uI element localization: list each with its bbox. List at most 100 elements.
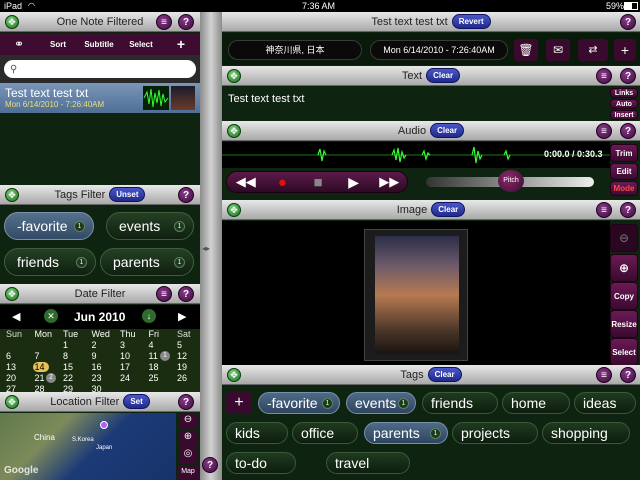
list-icon[interactable]: ≡ xyxy=(596,367,612,383)
note-tag-projects[interactable]: projects xyxy=(452,422,538,444)
calendar-day[interactable]: 6 xyxy=(0,351,28,361)
note-tag-travel[interactable]: travel xyxy=(326,452,410,474)
calendar-day[interactable]: 4 xyxy=(143,340,171,350)
map-pin-icon[interactable] xyxy=(100,421,108,429)
calendar-day[interactable]: 12 xyxy=(171,351,199,361)
select-button[interactable]: Select xyxy=(120,40,162,49)
list-icon[interactable]: ≡ xyxy=(156,286,172,302)
note-tag-ideas[interactable]: ideas xyxy=(574,392,636,414)
add-tag-button[interactable]: + xyxy=(226,392,252,414)
note-tag-parents[interactable]: parents 1 xyxy=(364,422,448,444)
calendar-day[interactable]: 22 xyxy=(57,373,85,383)
edit-button[interactable]: Edit xyxy=(610,163,638,180)
stop-icon[interactable]: ■ xyxy=(300,174,336,191)
note-item[interactable]: Test text test txt Mon 6/14/2010 - 7:26:… xyxy=(0,83,200,113)
rewind-icon[interactable]: ◀◀ xyxy=(227,174,265,190)
pitch-knob[interactable]: Pitch xyxy=(498,170,524,192)
expand-icon[interactable]: ✥ xyxy=(227,69,241,83)
expand-icon[interactable]: ✥ xyxy=(227,124,241,138)
location-map[interactable]: China S.Korea Japan Google xyxy=(0,413,176,480)
add-note-button[interactable]: + xyxy=(162,36,200,52)
calendar-day[interactable]: 13 xyxy=(0,362,28,372)
filter-tag-favorite[interactable]: -favorite 1 xyxy=(4,212,94,240)
calendar-day[interactable]: 2 xyxy=(86,340,114,350)
calendar-day[interactable]: 17 xyxy=(114,362,142,372)
resize-handle-icon[interactable]: ◂▸ xyxy=(202,244,210,253)
note-tag-home[interactable]: home xyxy=(502,392,570,414)
calendar-day[interactable]: 18 xyxy=(143,362,171,372)
help-icon[interactable]: ? xyxy=(178,187,194,203)
image-area[interactable] xyxy=(222,221,610,365)
calendar-day[interactable]: 15 xyxy=(57,362,85,372)
list-icon[interactable]: ≡ xyxy=(596,68,612,84)
note-tag-office[interactable]: office xyxy=(292,422,358,444)
split-divider[interactable]: ◂▸ ? xyxy=(200,12,222,480)
filter-icon[interactable]: ⚭ xyxy=(0,37,38,51)
locate-icon[interactable]: ◎ xyxy=(179,448,197,464)
calendar-day[interactable]: 1 xyxy=(57,340,85,350)
location-field[interactable]: 神奈川県, 日本 xyxy=(228,40,362,60)
map-button[interactable]: Map xyxy=(177,465,199,479)
copy-button[interactable]: Copy xyxy=(610,282,638,310)
image-clear-button[interactable]: Clear xyxy=(431,202,466,217)
select-button[interactable]: Select xyxy=(610,338,638,366)
calendar-day[interactable]: 14 xyxy=(32,362,49,372)
expand-icon[interactable]: ✥ xyxy=(5,15,19,29)
list-icon[interactable]: ≡ xyxy=(596,202,612,218)
trim-button[interactable]: Trim xyxy=(610,144,638,162)
calendar-day[interactable]: 10 xyxy=(114,351,142,361)
today-icon[interactable]: ↓ xyxy=(142,309,156,323)
expand-icon[interactable]: ✥ xyxy=(5,188,19,202)
note-tag-todo[interactable]: to-do xyxy=(226,452,296,474)
mail-icon[interactable]: ✉ xyxy=(546,39,570,61)
share-icon[interactable]: ⇄ xyxy=(578,39,608,61)
calendar-day[interactable]: 26 xyxy=(171,373,199,383)
text-clear-button[interactable]: Clear xyxy=(426,68,461,83)
subtitle-button[interactable]: Subtitle xyxy=(78,40,120,49)
calendar-day[interactable]: 19 xyxy=(171,362,199,372)
record-icon[interactable]: ● xyxy=(265,174,301,191)
expand-icon[interactable]: ✥ xyxy=(5,395,19,409)
calendar-day[interactable]: 20 xyxy=(0,373,28,383)
filter-tag-events[interactable]: events 1 xyxy=(106,212,194,240)
help-icon[interactable]: ? xyxy=(202,457,218,473)
fast-forward-icon[interactable]: ▶▶ xyxy=(371,174,407,190)
trash-icon[interactable]: 🗑 xyxy=(514,39,538,61)
links-button[interactable]: Links xyxy=(610,88,638,98)
zoom-out-icon[interactable]: ⊖ xyxy=(179,414,197,430)
text-content-area[interactable]: Test text test txt xyxy=(222,87,610,120)
help-icon[interactable]: ? xyxy=(620,123,636,139)
sort-button[interactable]: Sort xyxy=(38,40,78,49)
filter-tag-parents[interactable]: parents 1 xyxy=(100,248,194,276)
calendar-day[interactable]: 9 xyxy=(86,351,114,361)
date-field[interactable]: Mon 6/14/2010 - 7:26:40AM xyxy=(370,40,508,60)
note-tag-favorite[interactable]: -favorite 1 xyxy=(258,392,340,414)
set-location-button[interactable]: Set xyxy=(123,394,150,409)
calendar-day[interactable]: 5 xyxy=(171,340,199,350)
mode-button[interactable]: Mode xyxy=(610,181,638,196)
help-icon[interactable]: ? xyxy=(178,14,194,30)
note-tag-events[interactable]: events 1 xyxy=(346,392,416,414)
play-icon[interactable]: ▶ xyxy=(336,174,372,191)
tags-clear-button[interactable]: Clear xyxy=(427,367,462,382)
calendar-day[interactable]: 16 xyxy=(86,362,114,372)
zoom-in-icon[interactable]: ⊕ xyxy=(179,431,197,447)
help-icon[interactable]: ? xyxy=(620,367,636,383)
help-icon[interactable]: ? xyxy=(620,14,636,30)
audio-waveform[interactable]: 0:00.0 / 0:30.3 xyxy=(222,142,610,168)
calendar-day[interactable]: 3 xyxy=(114,340,142,350)
help-icon[interactable]: ? xyxy=(620,68,636,84)
calendar-day[interactable]: 25 xyxy=(143,373,171,383)
list-icon[interactable]: ≡ xyxy=(156,14,172,30)
calendar-day[interactable]: 8 xyxy=(57,351,85,361)
list-icon[interactable]: ≡ xyxy=(596,123,612,139)
calendar-day[interactable]: 24 xyxy=(114,373,142,383)
help-icon[interactable]: ? xyxy=(178,394,194,410)
clear-date-icon[interactable]: ✕ xyxy=(44,309,58,323)
audio-clear-button[interactable]: Clear xyxy=(430,123,465,138)
search-input[interactable]: ⚲ xyxy=(4,60,196,78)
prev-month-button[interactable]: ◀ xyxy=(12,310,20,323)
filter-tag-friends[interactable]: friends 1 xyxy=(4,248,96,276)
note-tag-kids[interactable]: kids xyxy=(226,422,288,444)
help-icon[interactable]: ? xyxy=(178,286,194,302)
